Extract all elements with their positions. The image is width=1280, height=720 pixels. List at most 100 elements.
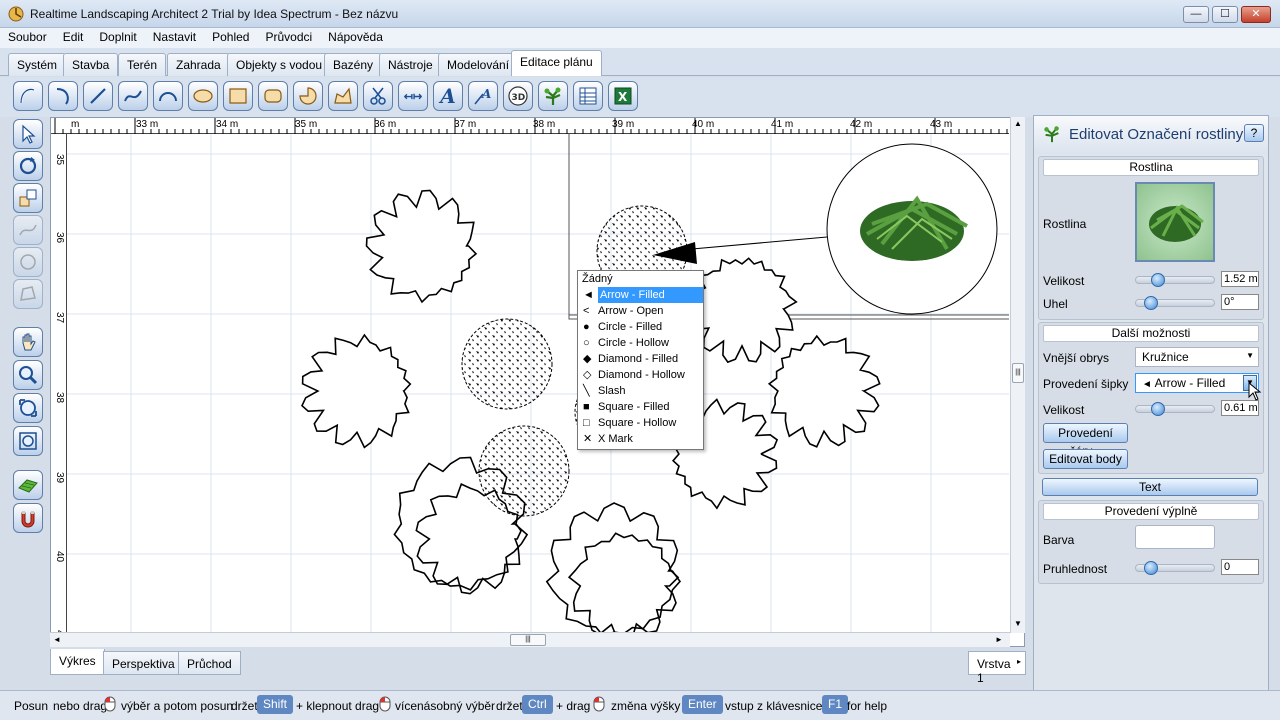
size-slider-knob[interactable] (1150, 273, 1165, 287)
label-arrow-icon[interactable]: A (468, 81, 498, 111)
freehand-curve-icon[interactable] (13, 81, 43, 111)
vertical-scrollbar[interactable]: ▲ ||| ▼ (1010, 117, 1025, 633)
text-button[interactable]: Text (1042, 478, 1258, 496)
tab-zahrada[interactable]: Zahrada (167, 53, 230, 76)
menu-pohled[interactable]: Pohled (204, 28, 257, 44)
dropdown-option-x-mark[interactable]: ✕ X Mark (578, 431, 703, 447)
arrow-style-dropdown-list[interactable]: Žádný ◄ Arrow - Filled < Arrow - Open ● Cir… (577, 270, 704, 450)
scroll-left-icon[interactable]: ◄ (53, 635, 61, 644)
arc-icon[interactable] (153, 81, 183, 111)
shrub-outline[interactable] (301, 333, 412, 449)
tab-bazeny[interactable]: Bazény (324, 53, 383, 76)
rounded-rectangle-icon[interactable] (258, 81, 288, 111)
dotted-shrub[interactable] (478, 425, 570, 517)
rectangle-icon[interactable] (223, 81, 253, 111)
size-value-field[interactable]: 1.52 m (1221, 271, 1259, 287)
excel-export-icon[interactable]: X (608, 81, 638, 111)
scroll-up-icon[interactable]: ▲ (1014, 119, 1022, 128)
angle-slider-knob[interactable] (1143, 296, 1158, 310)
shrub-outline[interactable] (365, 189, 478, 304)
line-icon[interactable] (83, 81, 113, 111)
transparency-slider[interactable] (1135, 561, 1215, 575)
dimension-icon[interactable]: ↤↦ (398, 81, 428, 111)
tab-editace-planu[interactable]: Editace plánu (511, 50, 602, 76)
angle-slider[interactable] (1135, 296, 1215, 310)
help-button[interactable]: ? (1244, 124, 1264, 142)
edit-point-icon[interactable] (13, 215, 43, 245)
dropdown-option-arrow-filled[interactable]: ◄ Arrow - Filled (583, 287, 703, 303)
menu-napoveda[interactable]: Nápověda (320, 28, 391, 44)
line-style-button[interactable]: Provedení čáry... (1043, 423, 1128, 458)
plant-label-icon[interactable] (538, 81, 568, 111)
tab-modelovani[interactable]: Modelování (438, 53, 519, 76)
arrow-size-value-field[interactable]: 0.61 m (1221, 400, 1259, 416)
disabled-polygon-icon[interactable] (13, 279, 43, 309)
menu-nastavit[interactable]: Nastavit (145, 28, 204, 44)
view-3d-icon[interactable]: 3D (503, 81, 533, 111)
spline-icon[interactable] (118, 81, 148, 111)
magnet-icon[interactable] (13, 503, 43, 533)
dropdown-option-diamond-hollow[interactable]: ◇ Diamond - Hollow (578, 367, 703, 383)
layer-selector[interactable]: Vrstva 1 ▸ (968, 651, 1026, 685)
pan-hand-icon[interactable] (13, 327, 43, 357)
dropdown-option-square-hollow[interactable]: □ Square - Hollow (578, 415, 703, 431)
scroll-down-icon[interactable]: ▼ (1014, 619, 1022, 628)
menu-edit[interactable]: Edit (55, 28, 92, 44)
tab-system[interactable]: Systém (8, 53, 67, 76)
dropdown-option-circle-hollow[interactable]: ○ Circle - Hollow (578, 335, 703, 351)
pie-icon[interactable] (293, 81, 323, 111)
angle-value-field[interactable]: 0° (1221, 294, 1259, 310)
drawing-canvas[interactable]: m 33 m 34 m 35 m 36 m 37 m 38 m 39 m 40 … (50, 117, 1025, 647)
scroll-right-icon[interactable]: ► (995, 635, 1003, 644)
dropdown-option-arrow-open[interactable]: < Arrow - Open (578, 303, 703, 319)
dropdown-option-diamond-filled[interactable]: ◆ Diamond - Filled (578, 351, 703, 367)
table-icon[interactable] (573, 81, 603, 111)
zoom-icon[interactable] (13, 360, 43, 390)
shrub-outline[interactable] (545, 502, 682, 634)
color-swatch[interactable] (1135, 525, 1215, 549)
arrow-size-slider-knob[interactable] (1150, 402, 1165, 416)
tab-nastroje[interactable]: Nástroje (379, 53, 442, 76)
vertical-scroll-thumb[interactable]: ||| (1012, 363, 1024, 383)
menu-doplnit[interactable]: Doplnit (91, 28, 144, 44)
text-icon[interactable]: A (433, 81, 463, 111)
edit-points-button[interactable]: Editovat body (1043, 449, 1128, 469)
arrow-size-slider[interactable] (1135, 402, 1215, 416)
ellipse-icon[interactable] (188, 81, 218, 111)
dotted-shrub[interactable] (461, 318, 553, 410)
dropdown-option-circle-filled[interactable]: ● Circle - Filled (578, 319, 703, 335)
menu-pruvodci[interactable]: Průvodci (257, 28, 320, 44)
maximize-button[interactable]: ☐ (1212, 6, 1238, 23)
select-arrow-icon[interactable] (13, 119, 43, 149)
close-button[interactable]: ✕ (1241, 6, 1271, 23)
minimize-button[interactable]: — (1183, 6, 1209, 23)
plant-thumbnail[interactable] (1135, 182, 1215, 262)
tab-vykres[interactable]: Výkres (50, 649, 105, 675)
dropdown-option-square-filled[interactable]: ■ Square - Filled (578, 399, 703, 415)
dropdown-option-none[interactable]: Žádný (578, 271, 703, 287)
horizontal-scrollbar[interactable]: ◄ ||| ► (50, 632, 1010, 647)
tab-objekty-s-vodou[interactable]: Objekty s vodou (227, 53, 332, 76)
zoom-window-icon[interactable] (13, 426, 43, 456)
scissors-icon[interactable] (363, 81, 393, 111)
zoom-extents-icon[interactable] (13, 393, 43, 423)
tab-pruchod[interactable]: Průchod (178, 651, 241, 675)
shrub-outline[interactable] (767, 334, 881, 448)
disabled-shape-icon[interactable] (13, 247, 43, 277)
arrow-style-combobox[interactable]: ◄ Arrow - Filled ▼ (1135, 373, 1259, 393)
terrain-icon[interactable] (13, 470, 43, 500)
dropdown-option-slash[interactable]: ╲ Slash (578, 383, 703, 399)
transparency-slider-knob[interactable] (1143, 561, 1158, 575)
tab-stavba[interactable]: Stavba (63, 53, 119, 76)
rotate-icon[interactable] (13, 151, 43, 181)
plan-drawing[interactable] (67, 134, 1009, 634)
transparency-value-field[interactable]: 0 (1221, 559, 1259, 575)
size-slider[interactable] (1135, 273, 1215, 287)
outline-combobox[interactable]: Kružnice ▼ (1135, 347, 1259, 367)
menu-soubor[interactable]: Soubor (0, 28, 55, 44)
polygon-icon[interactable] (328, 81, 358, 111)
tab-teren[interactable]: Terén (118, 53, 167, 76)
tab-perspektiva[interactable]: Perspektiva (103, 651, 184, 675)
horizontal-scroll-thumb[interactable]: ||| (510, 634, 546, 646)
move-point-icon[interactable] (13, 183, 43, 213)
